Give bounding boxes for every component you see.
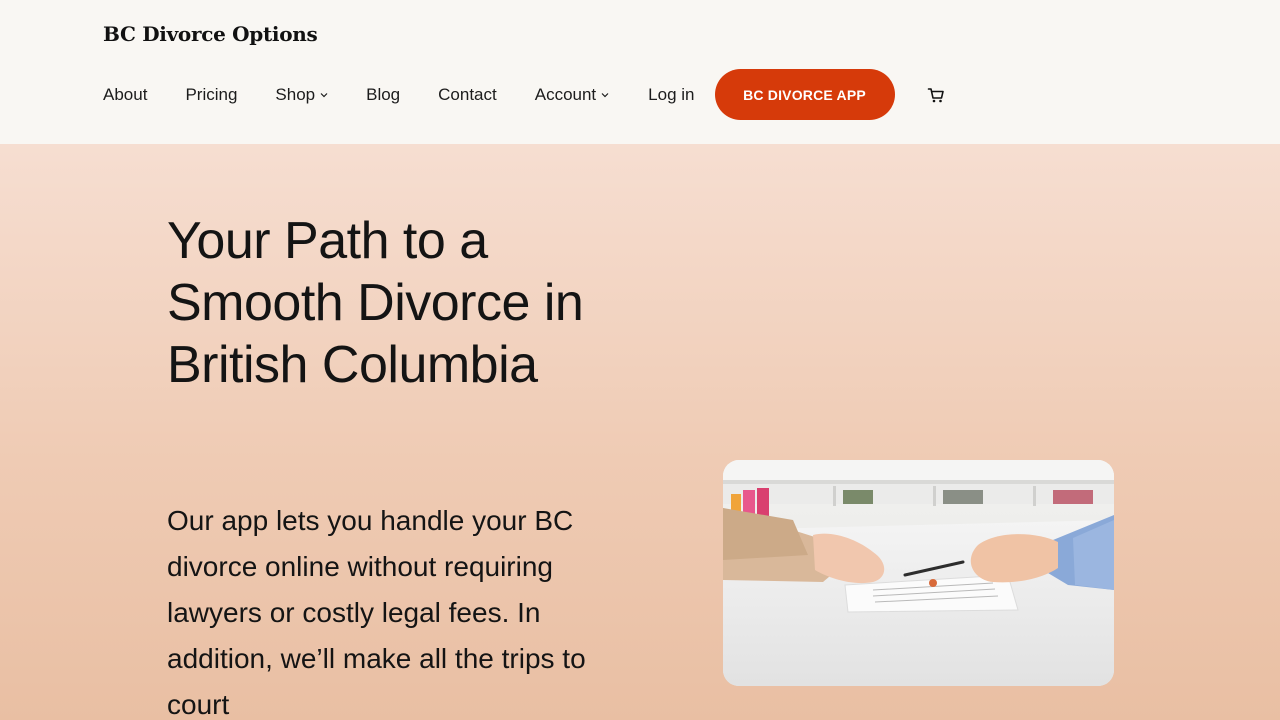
nav-item-login[interactable]: Log in (648, 85, 694, 105)
nav-item-blog[interactable]: Blog (366, 85, 400, 105)
nav-item-account[interactable]: Account (535, 85, 610, 105)
nav-item-label: Account (534, 84, 597, 104)
hero-section: Your Path to a Smooth Divorce in British… (0, 144, 1280, 720)
nav-item-pricing[interactable]: Pricing (185, 85, 237, 105)
nav-item-about[interactable]: About (103, 85, 147, 105)
nav-item-label: Shop (275, 84, 316, 104)
nav-item-label: About (103, 84, 148, 104)
hero-title: Your Path to a Smooth Divorce in British… (167, 212, 584, 394)
chevron-down-icon (600, 90, 610, 100)
site-title[interactable]: BC Divorce Options (103, 22, 318, 46)
site-header: BC Divorce Options About Pricing Shop Bl… (0, 0, 1280, 144)
nav-item-label: Contact (438, 84, 497, 104)
nav-item-label: Pricing (185, 84, 238, 104)
hero-image (723, 460, 1114, 686)
nav-item-label: Blog (366, 84, 401, 104)
chevron-down-icon (319, 90, 329, 100)
cart-icon[interactable] (927, 86, 945, 104)
nav-item-shop[interactable]: Shop (275, 85, 329, 105)
main-nav: About Pricing Shop Blog Contact Account … (103, 69, 945, 120)
bc-divorce-app-button[interactable]: BC DIVORCE APP (714, 69, 895, 120)
nav-item-label: Log in (648, 84, 695, 104)
hero-description: Our app lets you handle your BC divorce … (167, 505, 586, 720)
nav-item-contact[interactable]: Contact (438, 85, 497, 105)
